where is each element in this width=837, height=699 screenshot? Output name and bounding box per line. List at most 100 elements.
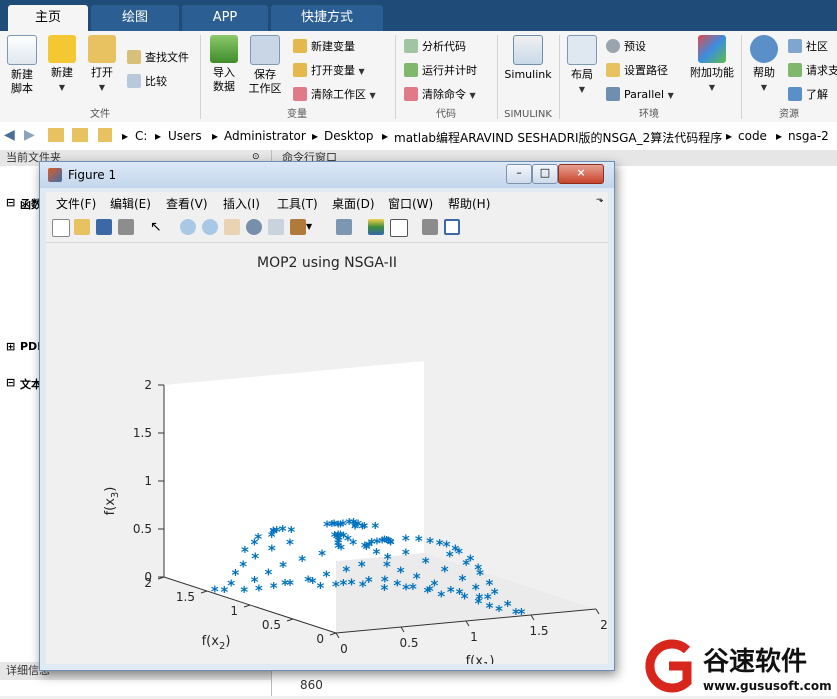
brush-icon[interactable] — [290, 219, 306, 235]
data-cursor-icon[interactable] — [268, 219, 284, 235]
breadcrumb-item[interactable]: C: — [135, 129, 147, 143]
file-group-label: 文件 — [90, 109, 110, 120]
menu-window[interactable]: 窗口(W) — [388, 195, 433, 212]
zoom-in-icon[interactable] — [180, 219, 196, 235]
breadcrumb-item[interactable]: Desktop — [324, 129, 374, 143]
new-script-button[interactable]: 新建 脚本 — [0, 35, 44, 96]
new-variable-button[interactable]: 新建变量 — [293, 37, 355, 57]
menu-file[interactable]: 文件(F) — [56, 195, 96, 212]
figure-window[interactable]: Figure 1 – □ × 文件(F) 编辑(E) 查看(V) 插入(I) 工… — [39, 161, 615, 672]
hide-plot-tools-icon[interactable] — [422, 219, 438, 235]
compare-label: 比较 — [145, 75, 167, 88]
data-point: * — [362, 540, 370, 558]
find-files-button[interactable]: 查找文件 — [127, 48, 189, 68]
new-script-label: 新建 脚本 — [11, 68, 33, 95]
pan-hand-icon[interactable] — [224, 219, 240, 235]
browse-folder-icon[interactable] — [72, 128, 88, 142]
compare-icon — [127, 74, 141, 88]
expand-icon[interactable]: ⊟ — [6, 376, 15, 389]
tab-plots[interactable]: 绘图 — [91, 5, 179, 31]
community-icon — [788, 39, 802, 53]
up-folder-icon[interactable] — [48, 128, 64, 142]
open-variable-button[interactable]: 打开变量 ▼ — [293, 61, 365, 81]
menu-insert[interactable]: 插入(I) — [223, 195, 260, 212]
y-tick-label: 1 — [230, 604, 238, 618]
clear-workspace-button[interactable]: 清除工作区 ▼ — [293, 85, 376, 105]
plot-area[interactable]: * * * * * * * * * * * * * * * * * * * * * * * * * * * * * * * * * * * * * * * *… — [46, 243, 608, 672]
tab-home[interactable]: 主页 — [8, 5, 88, 31]
forward-arrow-icon[interactable]: ▶ — [24, 127, 35, 143]
data-point: * — [491, 585, 499, 603]
breadcrumb-item[interactable]: Administrator — [224, 129, 306, 143]
layout-label: 布局 — [571, 68, 593, 81]
layout-button[interactable]: 布局 ▼ — [560, 35, 604, 97]
show-plot-tools-icon[interactable] — [444, 219, 460, 235]
find-files-icon — [127, 50, 141, 64]
simulink-button[interactable]: Simulink — [502, 35, 554, 82]
maximize-button[interactable]: □ — [532, 164, 558, 184]
menu-edit[interactable]: 编辑(E) — [110, 195, 151, 212]
chevron-down-icon: ▼ — [667, 91, 674, 100]
breadcrumb-item[interactable]: nsga-2 — [788, 129, 829, 143]
menu-desktop[interactable]: 桌面(D) — [332, 195, 375, 212]
save-workspace-icon — [250, 35, 280, 65]
data-point: * — [518, 605, 526, 623]
link-plot-icon[interactable] — [336, 219, 352, 235]
set-path-button[interactable]: 设置路径 — [606, 61, 668, 81]
compare-button[interactable]: 比较 — [127, 72, 167, 92]
rotate-3d-icon[interactable] — [246, 219, 262, 235]
scatter3-chart[interactable]: **** ** ** ** ** ** ** ** ** ** *** ***************… — [46, 243, 608, 672]
tab-shortcuts[interactable]: 快捷方式 — [271, 5, 383, 31]
clear-commands-label: 清除命令 — [422, 88, 466, 101]
set-path-label: 设置路径 — [624, 64, 668, 77]
request-support-button[interactable]: 请求支 — [788, 61, 837, 81]
dock-arrow-icon[interactable]: ⬎ — [596, 195, 604, 205]
import-data-button[interactable]: 导入 数据 — [202, 35, 246, 94]
breadcrumb-item[interactable]: Users — [168, 129, 202, 143]
clear-commands-button[interactable]: 清除命令 ▼ — [404, 85, 476, 105]
open-file-icon[interactable] — [74, 219, 90, 235]
breadcrumb-item[interactable]: code — [738, 129, 767, 143]
colorbar-icon[interactable] — [368, 219, 384, 235]
open-label: 打开 — [91, 66, 113, 79]
menu-tools[interactable]: 工具(T) — [277, 195, 318, 212]
back-arrow-icon[interactable]: ◀ — [4, 127, 15, 143]
learn-matlab-button[interactable]: 了解 — [788, 85, 828, 105]
parallel-button[interactable]: Parallel ▼ — [606, 85, 674, 105]
analyze-code-button[interactable]: 分析代码 — [404, 37, 466, 57]
community-button[interactable]: 社区 — [788, 37, 828, 57]
close-button[interactable]: × — [558, 164, 604, 184]
minimize-button[interactable]: – — [506, 164, 532, 184]
breadcrumb-item[interactable]: matlab编程ARAVIND SESHADRI版的NSGA_2算法代码程序 — [394, 129, 722, 146]
run-and-time-button[interactable]: 运行并计时 — [404, 61, 477, 81]
expand-icon[interactable]: ⊟ — [6, 196, 15, 209]
preferences-button[interactable]: 预设 — [606, 37, 646, 57]
svg-text:www.gususoft.com: www.gususoft.com — [703, 679, 832, 693]
gear-icon — [606, 39, 620, 53]
legend-icon[interactable] — [390, 219, 408, 237]
data-point: * — [360, 519, 368, 537]
data-point: * — [348, 575, 356, 593]
save-workspace-button[interactable]: 保存 工作区 — [243, 35, 287, 96]
zoom-out-icon[interactable] — [202, 219, 218, 235]
open-button[interactable]: 打开 ▼ — [80, 35, 124, 95]
cursor-arrow-icon[interactable]: ↖ — [150, 219, 166, 235]
data-point: * — [240, 583, 248, 601]
addons-button[interactable]: 附加功能 ▼ — [687, 35, 737, 95]
x-axis-title: f(x1) — [466, 654, 495, 664]
community-label: 社区 — [806, 40, 828, 53]
chevron-down-icon: ▼ — [369, 91, 376, 100]
figure-title-bar[interactable]: Figure 1 – □ × — [40, 162, 614, 188]
new-figure-icon[interactable] — [52, 219, 70, 237]
data-point: * — [251, 573, 259, 591]
expand-icon[interactable]: ⊞ — [6, 340, 15, 353]
data-point: * — [298, 552, 306, 570]
print-icon[interactable] — [118, 219, 134, 235]
save-icon[interactable] — [96, 219, 112, 235]
chevron-down-icon[interactable]: ▼ — [306, 219, 314, 235]
new-button[interactable]: 新建 ▼ — [40, 35, 84, 95]
tab-apps[interactable]: APP — [182, 5, 268, 31]
menu-help[interactable]: 帮助(H) — [448, 195, 490, 212]
help-button[interactable]: 帮助 ▼ — [742, 35, 786, 95]
menu-view[interactable]: 查看(V) — [166, 195, 208, 212]
